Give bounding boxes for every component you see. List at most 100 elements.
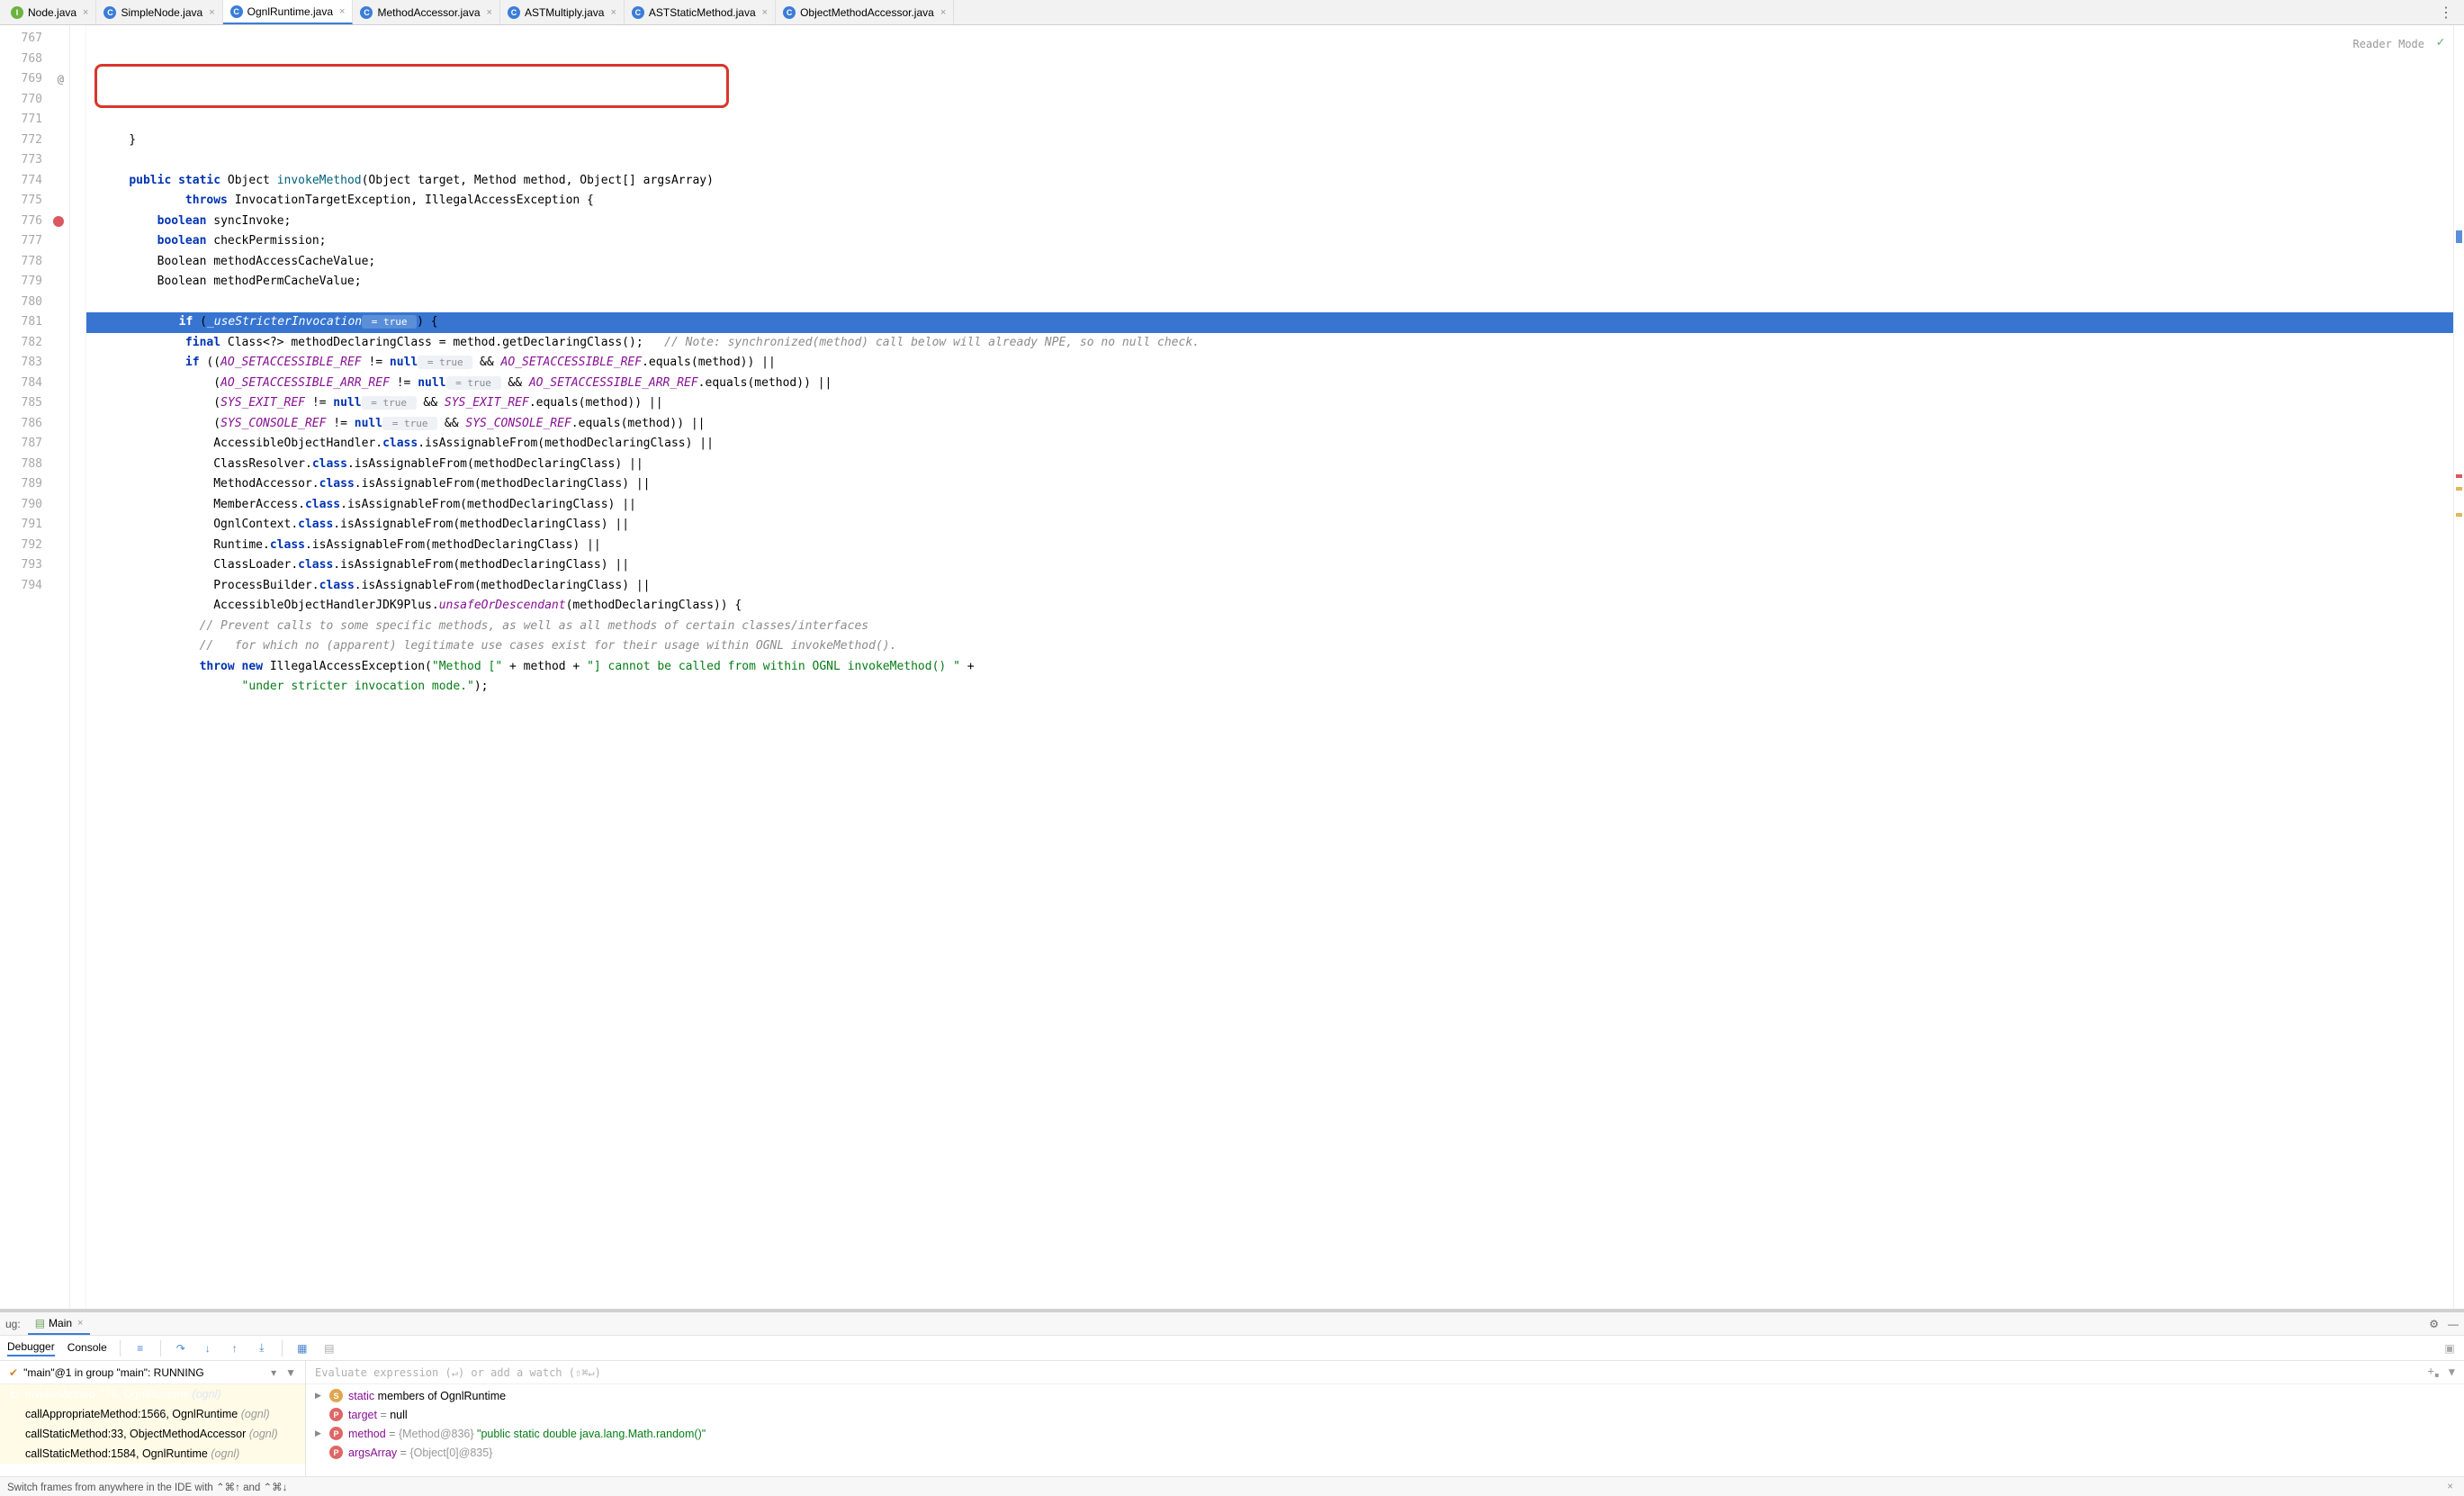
close-icon[interactable]: × [487,7,492,18]
editor-tab[interactable]: C MethodAccessor.java × [353,0,500,24]
trace-icon[interactable]: ▤ [322,1341,337,1356]
variable-row[interactable]: PargsArray = {Object[0]@835} [306,1443,2464,1462]
line-number[interactable]: 773 [0,150,69,171]
expand-icon[interactable]: ▶ [315,1428,324,1438]
line-number[interactable]: 786 [0,414,69,435]
code-line[interactable]: boolean checkPermission; [86,231,2453,252]
dropdown-icon[interactable]: ▼ [285,1366,296,1379]
line-number[interactable]: 789 [0,474,69,495]
code-line[interactable]: Boolean methodPermCacheValue; [86,272,2453,293]
line-number[interactable]: 777 [0,231,69,252]
code-line[interactable]: boolean syncInvoke; [86,212,2453,232]
close-icon[interactable]: × [610,7,616,18]
code-line[interactable]: // for which no (apparent) legitimate us… [86,636,2453,657]
code-line[interactable]: public static Object invokeMethod(Object… [86,171,2453,192]
threads-icon[interactable]: ≡ [133,1341,148,1356]
line-number[interactable]: 793 [0,555,69,576]
filter-icon[interactable]: ▾ [271,1366,276,1379]
layout-icon[interactable]: ▣ [2442,1341,2457,1356]
code-line[interactable]: ClassLoader.class.isAssignableFrom(metho… [86,555,2453,576]
line-number[interactable]: 791 [0,515,69,536]
line-number[interactable]: 776 [0,212,69,232]
close-icon[interactable]: × [339,6,345,17]
debug-session-tab[interactable]: ▤ Main × [28,1312,91,1335]
folding-column[interactable] [70,25,86,1309]
code-line[interactable]: ProcessBuilder.class.isAssignableFrom(me… [86,576,2453,597]
tabs-menu-icon[interactable]: ⋮ [2432,4,2460,22]
editor-tab[interactable]: C ASTMultiply.java × [500,0,625,24]
reader-mode-label[interactable]: Reader Mode [2353,34,2424,55]
code-line[interactable]: throw new IllegalAccessException("Method… [86,657,2453,678]
run-to-cursor-icon[interactable]: ⤓ [255,1341,269,1356]
line-number[interactable]: 794 [0,576,69,597]
code-line[interactable]: } [86,131,2453,151]
line-number[interactable]: 784 [0,374,69,394]
editor-tab[interactable]: C ASTStaticMethod.java × [625,0,776,24]
code-line[interactable]: MethodAccessor.class.isAssignableFrom(me… [86,474,2453,495]
close-icon[interactable]: × [77,1318,83,1329]
stack-frame[interactable]: invokeMethod:776, OgnlRuntime (ognl) [0,1384,305,1404]
stack-frame[interactable]: callAppropriateMethod:1566, OgnlRuntime … [0,1404,305,1424]
override-icon[interactable]: @ [58,69,64,90]
status-close-icon[interactable]: × [2443,1482,2457,1492]
line-number[interactable]: 782 [0,333,69,354]
line-number[interactable]: 778 [0,252,69,273]
line-number[interactable]: 770 [0,90,69,111]
line-number[interactable]: 785 [0,393,69,414]
expand-icon[interactable] [315,1410,324,1419]
expand-icon[interactable]: ▶ [315,1391,324,1401]
console-tab[interactable]: Console [67,1341,107,1356]
code-editor[interactable]: Reader Mode ✓ } public static Object inv… [86,25,2453,1309]
close-icon[interactable]: × [940,7,946,18]
line-number[interactable]: 772 [0,131,69,151]
minimize-icon[interactable]: — [2448,1318,2459,1330]
line-number[interactable]: 780 [0,293,69,313]
close-icon[interactable]: × [762,7,768,18]
error-stripe[interactable] [2453,25,2464,1309]
editor-tab[interactable]: C SimpleNode.java × [96,0,222,24]
code-line[interactable]: AccessibleObjectHandler.class.isAssignab… [86,434,2453,455]
watch-dropdown-icon[interactable]: ▼ [2449,1365,2455,1378]
line-number[interactable]: 771 [0,110,69,131]
evaluate-expression-input[interactable]: Evaluate expression (↵) or add a watch (… [306,1361,2464,1384]
step-out-icon[interactable]: ↑ [228,1341,242,1356]
line-number[interactable]: 788 [0,455,69,475]
code-line[interactable]: MemberAccess.class.isAssignableFrom(meth… [86,495,2453,516]
variable-row[interactable]: ▶Pmethod = {Method@836} "public static d… [306,1424,2464,1443]
code-line[interactable]: (AO_SETACCESSIBLE_ARR_REF != null = true… [86,374,2453,394]
line-number[interactable]: 783 [0,353,69,374]
code-line[interactable]: (SYS_CONSOLE_REF != null = true && SYS_C… [86,414,2453,435]
expand-icon[interactable] [315,1448,324,1457]
editor-tab[interactable]: C ObjectMethodAccessor.java × [776,0,954,24]
line-number[interactable]: 768 [0,50,69,70]
line-number[interactable]: 775 [0,191,69,212]
variable-row[interactable]: ▶Sstatic members of OgnlRuntime [306,1386,2464,1405]
variable-row[interactable]: Ptarget = null [306,1405,2464,1424]
code-line[interactable]: AccessibleObjectHandlerJDK9Plus.unsafeOr… [86,596,2453,617]
stack-frame[interactable]: callStaticMethod:33, ObjectMethodAccesso… [0,1424,305,1444]
inspection-status-icon[interactable]: ✓ [2437,32,2444,53]
step-over-icon[interactable]: ↷ [174,1341,188,1356]
line-number[interactable]: 779 [0,272,69,293]
code-line[interactable]: // Prevent calls to some specific method… [86,617,2453,637]
add-watch-icon[interactable]: +▪ [2428,1365,2440,1380]
code-line[interactable]: final Class<?> methodDeclaringClass = me… [86,333,2453,354]
editor-tab[interactable]: C OgnlRuntime.java × [223,0,354,24]
code-line[interactable]: Boolean methodAccessCacheValue; [86,252,2453,273]
breakpoint-icon[interactable] [53,216,64,227]
editor-tab[interactable]: I Node.java × [4,0,96,24]
code-line[interactable]: if (_useStricterInvocation = true ) { [86,312,2453,333]
thread-selector[interactable]: ✔ "main"@1 in group "main": RUNNING ▾ ▼ [0,1361,305,1384]
debugger-tab[interactable]: Debugger [7,1340,55,1356]
code-line[interactable] [86,293,2453,313]
stack-frame[interactable]: callStaticMethod:1584, OgnlRuntime (ognl… [0,1444,305,1464]
line-number[interactable]: 774 [0,171,69,192]
close-icon[interactable]: × [83,7,88,18]
settings-icon[interactable]: ⚙ [2429,1318,2439,1330]
line-number[interactable]: 767 [0,29,69,50]
code-line[interactable]: if ((AO_SETACCESSIBLE_REF != null = true… [86,353,2453,374]
code-line[interactable]: OgnlContext.class.isAssignableFrom(metho… [86,515,2453,536]
code-line[interactable] [86,150,2453,171]
code-line[interactable]: "under stricter invocation mode."); [86,677,2453,698]
frames-list[interactable]: invokeMethod:776, OgnlRuntime (ognl)call… [0,1384,305,1476]
